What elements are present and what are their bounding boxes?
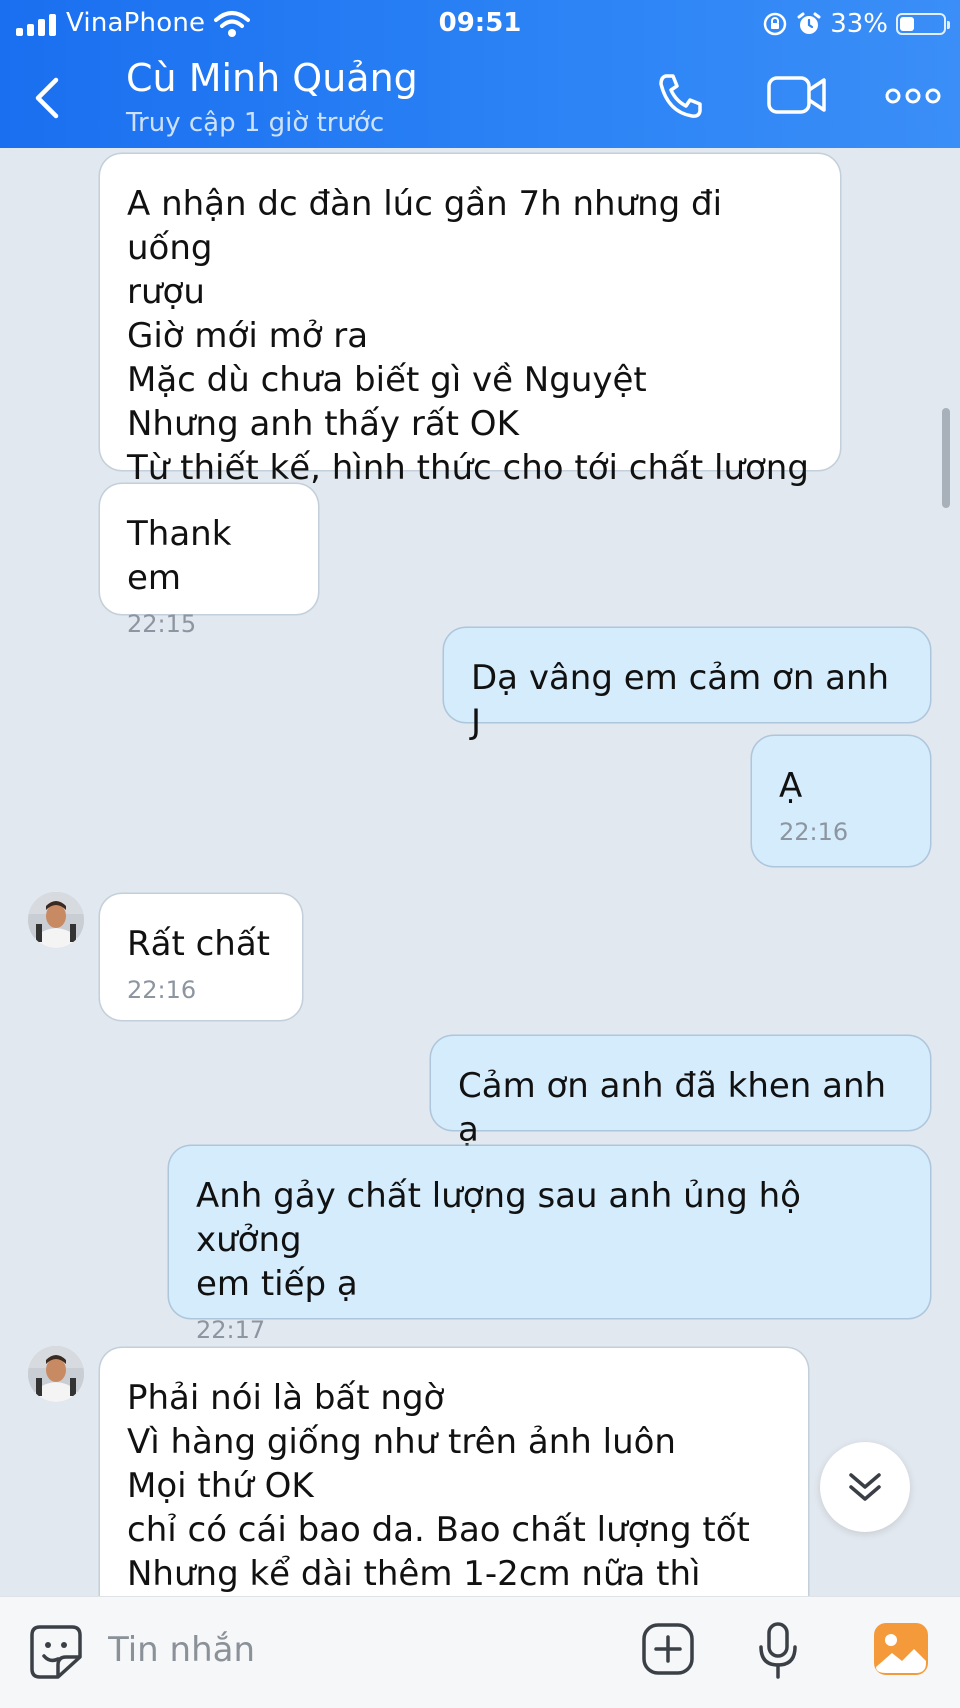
phone-icon[interactable] [652,70,708,122]
message-bubble-incoming[interactable]: Rất chất 22:16 [100,894,302,1020]
battery-percent: 33% [830,9,888,39]
message-bubble-outgoing[interactable]: Ạ 22:16 [752,736,930,866]
avatar-image [28,1346,84,1402]
gallery-icon[interactable] [872,1621,930,1677]
add-icon[interactable] [640,1621,696,1677]
message-bubble-outgoing[interactable]: Dạ vâng em cảm ơn anh J [444,628,930,742]
video-call-icon[interactable] [766,70,828,120]
message-time: 22:16 [127,976,197,1004]
scrollbar[interactable] [942,408,950,508]
alarm-icon [797,12,821,34]
contact-avatar[interactable] [28,1346,84,1402]
composer-bar [0,1596,960,1708]
battery-icon [896,13,950,35]
status-right: 33% [762,8,950,40]
contact-name[interactable]: Cù Minh Quảng [126,56,418,100]
message-time: 22:17 [196,1316,266,1344]
battery-level [900,17,914,31]
chevron-double-down-icon [849,1473,881,1501]
message-text: Ạ [779,766,803,806]
message-text: Cảm ơn anh đã khen anh ạ [458,1066,887,1150]
message-bubble-incoming[interactable]: A nhận dc đàn lúc gần 7h nhưng đi uống r… [100,154,840,488]
message-text: Thank em [127,514,232,598]
back-icon[interactable] [26,70,70,126]
rotation-lock-icon [763,12,787,36]
message-text: Phải nói là bất ngờ Vì hàng giống như tr… [127,1378,750,1594]
message-input[interactable] [108,1625,608,1675]
message-time: 22:15 [127,610,197,638]
message-text: Rất chất [127,924,271,964]
last-seen-status: Truy cập 1 giờ trước [126,108,385,138]
message-time: 22:16 [779,818,849,846]
avatar-image [28,892,84,948]
message-bubble-incoming[interactable]: Thank em 22:15 [100,484,318,638]
message-list[interactable]: A nhận dc đàn lúc gần 7h nhưng đi uống r… [0,148,960,1596]
scroll-to-bottom-button[interactable] [820,1442,910,1532]
message-text: A nhận dc đàn lúc gần 7h nhưng đi uống r… [127,184,809,488]
message-text: Dạ vâng em cảm ơn anh J [471,658,890,742]
message-bubble-outgoing[interactable]: Cảm ơn anh đã khen anh ạ [431,1036,930,1150]
chat-header: VinaPhone 09:51 33% Cù Minh Quảng Truy c… [0,0,960,148]
message-bubble-outgoing[interactable]: Anh gảy chất lượng sau anh ủng hộ xưởng … [169,1146,930,1344]
status-bar: VinaPhone 09:51 33% [0,0,960,48]
more-icon[interactable] [884,70,942,120]
microphone-icon[interactable] [756,1621,800,1681]
message-bubble-incoming[interactable]: Phải nói là bất ngờ Vì hàng giống như tr… [100,1348,808,1596]
sticker-icon[interactable] [28,1623,84,1681]
contact-avatar[interactable] [28,892,84,948]
message-text: Anh gảy chất lượng sau anh ủng hộ xưởng … [196,1176,801,1304]
